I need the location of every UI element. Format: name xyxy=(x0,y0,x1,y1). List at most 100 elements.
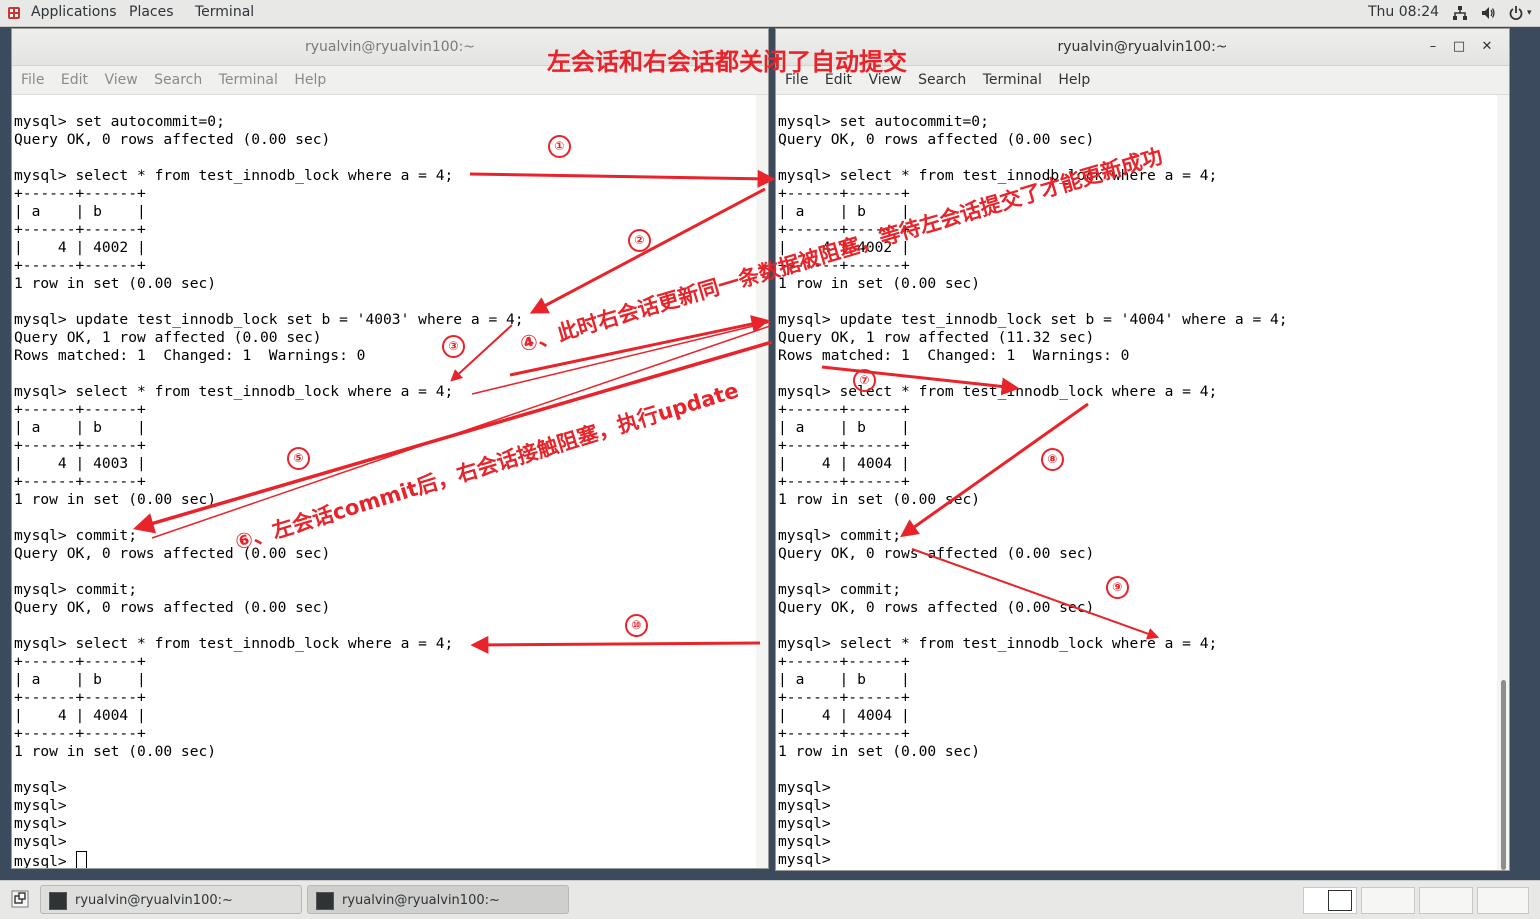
terminal-line: mysql> select * from test_innodb_lock wh… xyxy=(14,635,454,652)
terminal-line: mysql> xyxy=(778,851,831,868)
terminal-line: mysql> commit; xyxy=(14,581,138,598)
terminal-line: | a | b | xyxy=(14,203,146,220)
menu-edit[interactable]: Edit xyxy=(61,72,88,88)
terminal-line: mysql> xyxy=(778,833,831,850)
taskbar-item-label: ryualvin@ryualvin100:~ xyxy=(75,893,233,908)
terminal-line: Query OK, 1 row affected (0.00 sec) xyxy=(14,329,322,346)
terminal-line: mysql> xyxy=(778,815,831,832)
terminal-line: 1 row in set (0.00 sec) xyxy=(14,275,217,292)
terminal-line: mysql> select * from test_innodb_lock wh… xyxy=(778,635,1218,652)
terminal-line: mysql> xyxy=(778,779,831,796)
workspace-1[interactable] xyxy=(1303,887,1357,914)
minimize-button[interactable]: – xyxy=(1425,39,1441,55)
workspace-4[interactable] xyxy=(1477,887,1529,914)
places-menu[interactable]: Places xyxy=(129,4,174,20)
workspace-3[interactable] xyxy=(1419,887,1473,914)
terminal-line: 1 row in set (0.00 sec) xyxy=(778,743,981,760)
volume-icon[interactable] xyxy=(1480,5,1496,21)
clock[interactable]: Thu 08:24 xyxy=(1368,4,1439,20)
left-terminal-window[interactable]: ryualvin@ryualvin100:~ File Edit View Se… xyxy=(11,28,769,869)
terminal-line: mysql> xyxy=(778,797,831,814)
terminal-app-menu[interactable]: Terminal xyxy=(195,4,254,20)
taskbar-item-right-terminal[interactable]: ryualvin@ryualvin100:~ xyxy=(307,885,569,914)
terminal-line: Query OK, 0 rows affected (0.00 sec) xyxy=(778,545,1095,562)
terminal-line: mysql> select * from test_innodb_lock wh… xyxy=(14,383,454,400)
terminal-line: mysql> commit; xyxy=(14,527,138,544)
terminal-line: Query OK, 0 rows affected (0.00 sec) xyxy=(14,545,331,562)
maximize-button[interactable]: □ xyxy=(1451,39,1467,55)
terminal-line: Rows matched: 1 Changed: 1 Warnings: 0 xyxy=(778,347,1130,364)
menu-search[interactable]: Search xyxy=(154,72,202,88)
right-scroll-thumb[interactable] xyxy=(1501,680,1506,870)
terminal-line: Query OK, 1 row affected (11.32 sec) xyxy=(778,329,1095,346)
menu-terminal[interactable]: Terminal xyxy=(983,72,1042,88)
terminal-line: 1 row in set (0.00 sec) xyxy=(778,491,981,508)
terminal-line: Query OK, 0 rows affected (0.00 sec) xyxy=(14,599,331,616)
workspace-2[interactable] xyxy=(1361,887,1415,914)
terminal-line: +------+------+ xyxy=(778,689,910,706)
terminal-line: +------+------+ xyxy=(14,725,146,742)
right-window-title: ryualvin@ryualvin100:~ xyxy=(1057,39,1228,55)
left-scrollbar[interactable] xyxy=(756,95,768,868)
terminal-line: mysql> commit; xyxy=(778,581,902,598)
show-desktop-icon[interactable] xyxy=(11,890,29,908)
terminal-prompt-line[interactable]: mysql> xyxy=(14,851,756,868)
terminal-line: +------+------+ xyxy=(778,185,910,202)
terminal-line: mysql> xyxy=(14,797,67,814)
terminal-line: mysql> xyxy=(14,815,67,832)
terminal-line: mysql> set autocommit=0; xyxy=(778,113,989,130)
applications-menu[interactable]: Applications xyxy=(31,4,117,20)
menu-terminal[interactable]: Terminal xyxy=(219,72,278,88)
terminal-line: 1 row in set (0.00 sec) xyxy=(14,743,217,760)
terminal-cursor xyxy=(75,851,87,868)
network-icon[interactable] xyxy=(1452,5,1468,21)
terminal-line: | 4 | 4004 | xyxy=(778,707,910,724)
terminal-line: +------+------+ xyxy=(778,473,910,490)
terminal-line: +------+------+ xyxy=(14,437,146,454)
terminal-line: mysql> xyxy=(14,779,67,796)
terminal-line: +------+------+ xyxy=(14,689,146,706)
terminal-line: | 4 | 4004 | xyxy=(14,707,146,724)
terminal-line: | a | b | xyxy=(778,671,910,688)
terminal-line: mysql> update test_innodb_lock set b = '… xyxy=(778,311,1288,328)
left-window-title: ryualvin@ryualvin100:~ xyxy=(304,39,476,55)
menu-help[interactable]: Help xyxy=(1058,72,1090,88)
terminal-line: Query OK, 0 rows affected (0.00 sec) xyxy=(14,131,331,148)
power-icon[interactable] xyxy=(1508,5,1524,21)
terminal-line: +------+------+ xyxy=(14,185,146,202)
terminal-icon xyxy=(316,892,334,910)
terminal-line: +------+------+ xyxy=(778,257,910,274)
taskbar-item-left-terminal[interactable]: ryualvin@ryualvin100:~ xyxy=(40,885,302,914)
marker-10: ⑩ xyxy=(625,614,648,637)
menu-view[interactable]: View xyxy=(104,72,137,88)
menu-search[interactable]: Search xyxy=(918,72,966,88)
prompt-text: mysql> xyxy=(14,853,76,868)
right-scrollbar[interactable] xyxy=(1497,95,1509,870)
terminal-line: mysql> select * from test_innodb_lock wh… xyxy=(778,383,1218,400)
terminal-line: | a | b | xyxy=(14,671,146,688)
terminal-line: mysql> select * from test_innodb_lock wh… xyxy=(14,167,454,184)
terminal-line: +------+------+ xyxy=(778,437,910,454)
terminal-line: Query OK, 0 rows affected (0.00 sec) xyxy=(778,599,1095,616)
terminal-line: +------+------+ xyxy=(14,653,146,670)
right-terminal-output[interactable]: mysql> set autocommit=0; Query OK, 0 rows… xyxy=(778,95,1497,870)
terminal-line: +------+------+ xyxy=(778,725,910,742)
chevron-down-icon[interactable]: ▾ xyxy=(1527,8,1532,18)
terminal-line: | 4 | 4003 | xyxy=(14,455,146,472)
terminal-icon xyxy=(49,892,67,910)
marker-3: ③ xyxy=(442,335,465,358)
close-button[interactable]: ✕ xyxy=(1479,39,1495,55)
menu-file[interactable]: File xyxy=(21,72,44,88)
marker-5: ⑤ xyxy=(287,447,310,470)
marker-8: ⑧ xyxy=(1041,448,1064,471)
marker-7: ⑦ xyxy=(853,369,876,392)
menu-help[interactable]: Help xyxy=(294,72,326,88)
